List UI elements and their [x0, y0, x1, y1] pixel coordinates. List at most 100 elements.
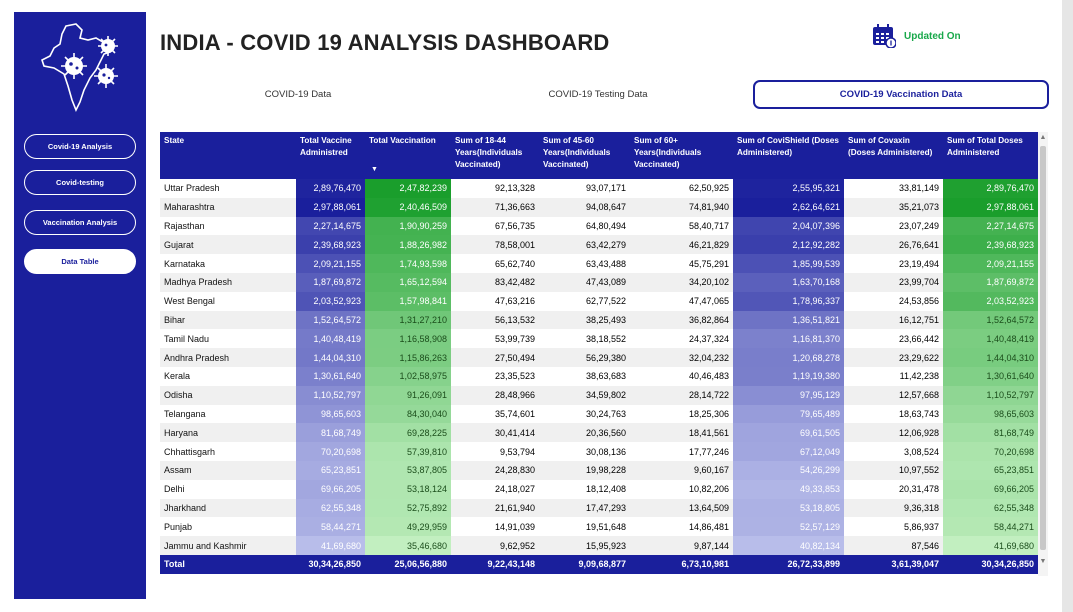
table-row[interactable]: Andhra Pradesh 1,44,04,310 1,15,86,263 27,5…: [160, 348, 1038, 367]
value-cell: 2,97,88,061: [296, 197, 365, 217]
value-cell: 71,36,663: [451, 197, 539, 217]
value-cell: 20,31,478: [844, 479, 943, 499]
table-row[interactable]: West Bengal 2,03,52,923 1,57,98,841 47,63,2…: [160, 291, 1038, 311]
nav-covid19-analysis-button[interactable]: Covid-19 Analysis: [24, 134, 136, 159]
table-row[interactable]: Jammu and Kashmir 41,69,680 35,46,680 9,62,…: [160, 536, 1038, 555]
table-row[interactable]: Delhi 69,66,205 53,18,124 24,18,027 18,12,40…: [160, 479, 1038, 499]
value-cell: 81,68,749: [296, 423, 365, 443]
value-cell: 11,42,238: [844, 366, 943, 386]
column-header[interactable]: Total Vaccine Administred: [296, 132, 365, 179]
value-cell: 26,76,641: [844, 235, 943, 255]
value-cell: 2,39,68,923: [296, 235, 365, 255]
nav-data-table-button[interactable]: Data Table: [24, 249, 136, 274]
scrollbar-thumb[interactable]: [1040, 146, 1046, 550]
state-cell: Madhya Pradesh: [160, 272, 296, 292]
value-cell: 12,57,668: [844, 385, 943, 405]
updated-on-label: Updated On: [904, 30, 961, 42]
value-cell: 2,39,68,923: [943, 235, 1038, 255]
state-cell: Rajasthan: [160, 216, 296, 236]
value-cell: 2,03,52,923: [296, 291, 365, 311]
value-cell: 18,25,306: [630, 404, 733, 424]
table-row[interactable]: Bihar 1,52,64,572 1,31,27,210 56,13,532 38,2…: [160, 310, 1038, 330]
value-cell: 1,31,27,210: [365, 310, 451, 330]
tab-covid19-data[interactable]: COVID-19 Data: [240, 80, 356, 109]
table-row[interactable]: Odisha 1,10,52,797 91,26,091 28,48,966 34,59…: [160, 385, 1038, 405]
value-cell: 45,75,291: [630, 254, 733, 273]
value-cell: 1,85,99,539: [733, 254, 844, 273]
tab-covid19-testing-data[interactable]: COVID-19 Testing Data: [530, 80, 666, 109]
value-cell: 46,21,829: [630, 235, 733, 255]
value-cell: 1,87,69,872: [296, 272, 365, 292]
value-cell: 1,63,70,168: [733, 272, 844, 292]
table-row[interactable]: Rajasthan 2,27,14,675 1,90,90,259 67,56,735…: [160, 216, 1038, 236]
total-value: 9,09,68,877: [539, 554, 630, 574]
value-cell: 17,47,293: [539, 498, 630, 518]
value-cell: 69,66,205: [296, 479, 365, 499]
value-cell: 38,25,493: [539, 310, 630, 330]
value-cell: 23,07,249: [844, 216, 943, 236]
table-row[interactable]: Maharashtra 2,97,88,061 2,40,46,509 71,36,6…: [160, 197, 1038, 217]
table-row[interactable]: Jharkhand 62,55,348 52,75,892 21,61,940 17,4…: [160, 498, 1038, 518]
table-row[interactable]: Punjab 58,44,271 49,29,959 14,91,039 19,51,6…: [160, 517, 1038, 537]
tab-label: COVID-19 Testing Data: [548, 89, 648, 100]
value-cell: 1,16,58,908: [365, 329, 451, 349]
value-cell: 23,35,523: [451, 366, 539, 386]
column-header[interactable]: Sum of Total Doses Administered: [943, 132, 1038, 179]
value-cell: 65,23,851: [943, 460, 1038, 480]
table-row[interactable]: Tamil Nadu 1,40,48,419 1,16,58,908 53,99,73…: [160, 329, 1038, 349]
value-cell: 1,30,61,640: [943, 366, 1038, 386]
state-cell: Jammu and Kashmir: [160, 536, 296, 555]
table-row[interactable]: Uttar Pradesh 2,89,76,470 2,47,82,239 92,13…: [160, 179, 1038, 198]
column-header[interactable]: Sum of CoviShield (Doses Administered): [733, 132, 844, 179]
value-cell: 17,77,246: [630, 442, 733, 461]
value-cell: 79,65,489: [733, 404, 844, 424]
column-header[interactable]: State: [160, 132, 296, 179]
table-row[interactable]: Gujarat 2,39,68,923 1,88,26,982 78,58,001 63…: [160, 235, 1038, 255]
table-row[interactable]: Madhya Pradesh 1,87,69,872 1,65,12,594 83,4…: [160, 272, 1038, 292]
value-cell: 18,41,561: [630, 423, 733, 443]
table-row[interactable]: Assam 65,23,851 53,87,805 24,28,830 19,98,22…: [160, 460, 1038, 480]
column-header[interactable]: Sum of 18-44 Years(Individuals Vaccinate…: [451, 132, 539, 179]
value-cell: 1,88,26,982: [365, 235, 451, 255]
column-header[interactable]: Sum of 60+ Years(Individuals Vaccinated): [630, 132, 733, 179]
column-header[interactable]: Sum of 45-60 Years(Individuals Vaccinate…: [539, 132, 630, 179]
column-header[interactable]: Sum of Covaxin (Doses Administered): [844, 132, 943, 179]
tab-covid19-vaccination-data[interactable]: COVID-19 Vaccination Data: [753, 80, 1049, 109]
total-value: 9,22,43,148: [451, 554, 539, 574]
table-row[interactable]: Kerala 1,30,61,640 1,02,58,975 23,35,523 38,…: [160, 366, 1038, 386]
value-cell: 34,59,802: [539, 385, 630, 405]
value-cell: 1,36,51,821: [733, 310, 844, 330]
table-row[interactable]: Chhattisgarh 70,20,698 57,39,810 9,53,794 30…: [160, 442, 1038, 461]
value-cell: 2,09,21,155: [943, 254, 1038, 273]
value-cell: 52,75,892: [365, 498, 451, 518]
value-cell: 1,57,98,841: [365, 291, 451, 311]
value-cell: 1,30,61,640: [296, 366, 365, 386]
value-cell: 70,20,698: [943, 442, 1038, 461]
state-cell: Bihar: [160, 310, 296, 330]
table-total-row: Total 30,34,26,850 25,06,56,880 9,22,43,148…: [160, 554, 1038, 574]
value-cell: 2,62,64,621: [733, 197, 844, 217]
state-cell: Haryana: [160, 423, 296, 443]
total-value: 3,61,39,047: [844, 554, 943, 574]
page-title: INDIA - COVID 19 ANALYSIS DASHBOARD: [160, 30, 610, 55]
table-row[interactable]: Telangana 98,65,603 84,30,040 35,74,601 30,2…: [160, 404, 1038, 424]
value-cell: 92,13,328: [451, 179, 539, 198]
value-cell: 23,19,494: [844, 254, 943, 273]
sort-descending-icon[interactable]: ▼: [371, 164, 378, 176]
value-cell: 56,29,380: [539, 348, 630, 367]
value-cell: 28,14,722: [630, 385, 733, 405]
value-cell: 65,62,740: [451, 254, 539, 273]
nav-vaccination-analysis-button[interactable]: Vaccination Analysis: [24, 210, 136, 235]
scroll-up-arrow-icon[interactable]: ▲: [1039, 134, 1047, 142]
table-row[interactable]: Haryana 81,68,749 69,28,225 30,41,414 20,36,…: [160, 423, 1038, 443]
value-cell: 9,53,794: [451, 442, 539, 461]
table-row[interactable]: Karnataka 2,09,21,155 1,74,93,598 65,62,740…: [160, 254, 1038, 273]
nav-covid-testing-button[interactable]: Covid-testing: [24, 170, 136, 195]
scroll-down-arrow-icon[interactable]: ▼: [1039, 558, 1047, 566]
value-cell: 69,28,225: [365, 423, 451, 443]
table-scrollbar[interactable]: ▲ ▼: [1038, 132, 1048, 576]
vaccination-data-table: State Total Vaccine Administred Total Vacc…: [160, 132, 1048, 578]
value-cell: 58,40,717: [630, 216, 733, 236]
value-cell: 2,27,14,675: [296, 216, 365, 236]
column-header[interactable]: Total Vaccination ▼: [365, 132, 451, 179]
